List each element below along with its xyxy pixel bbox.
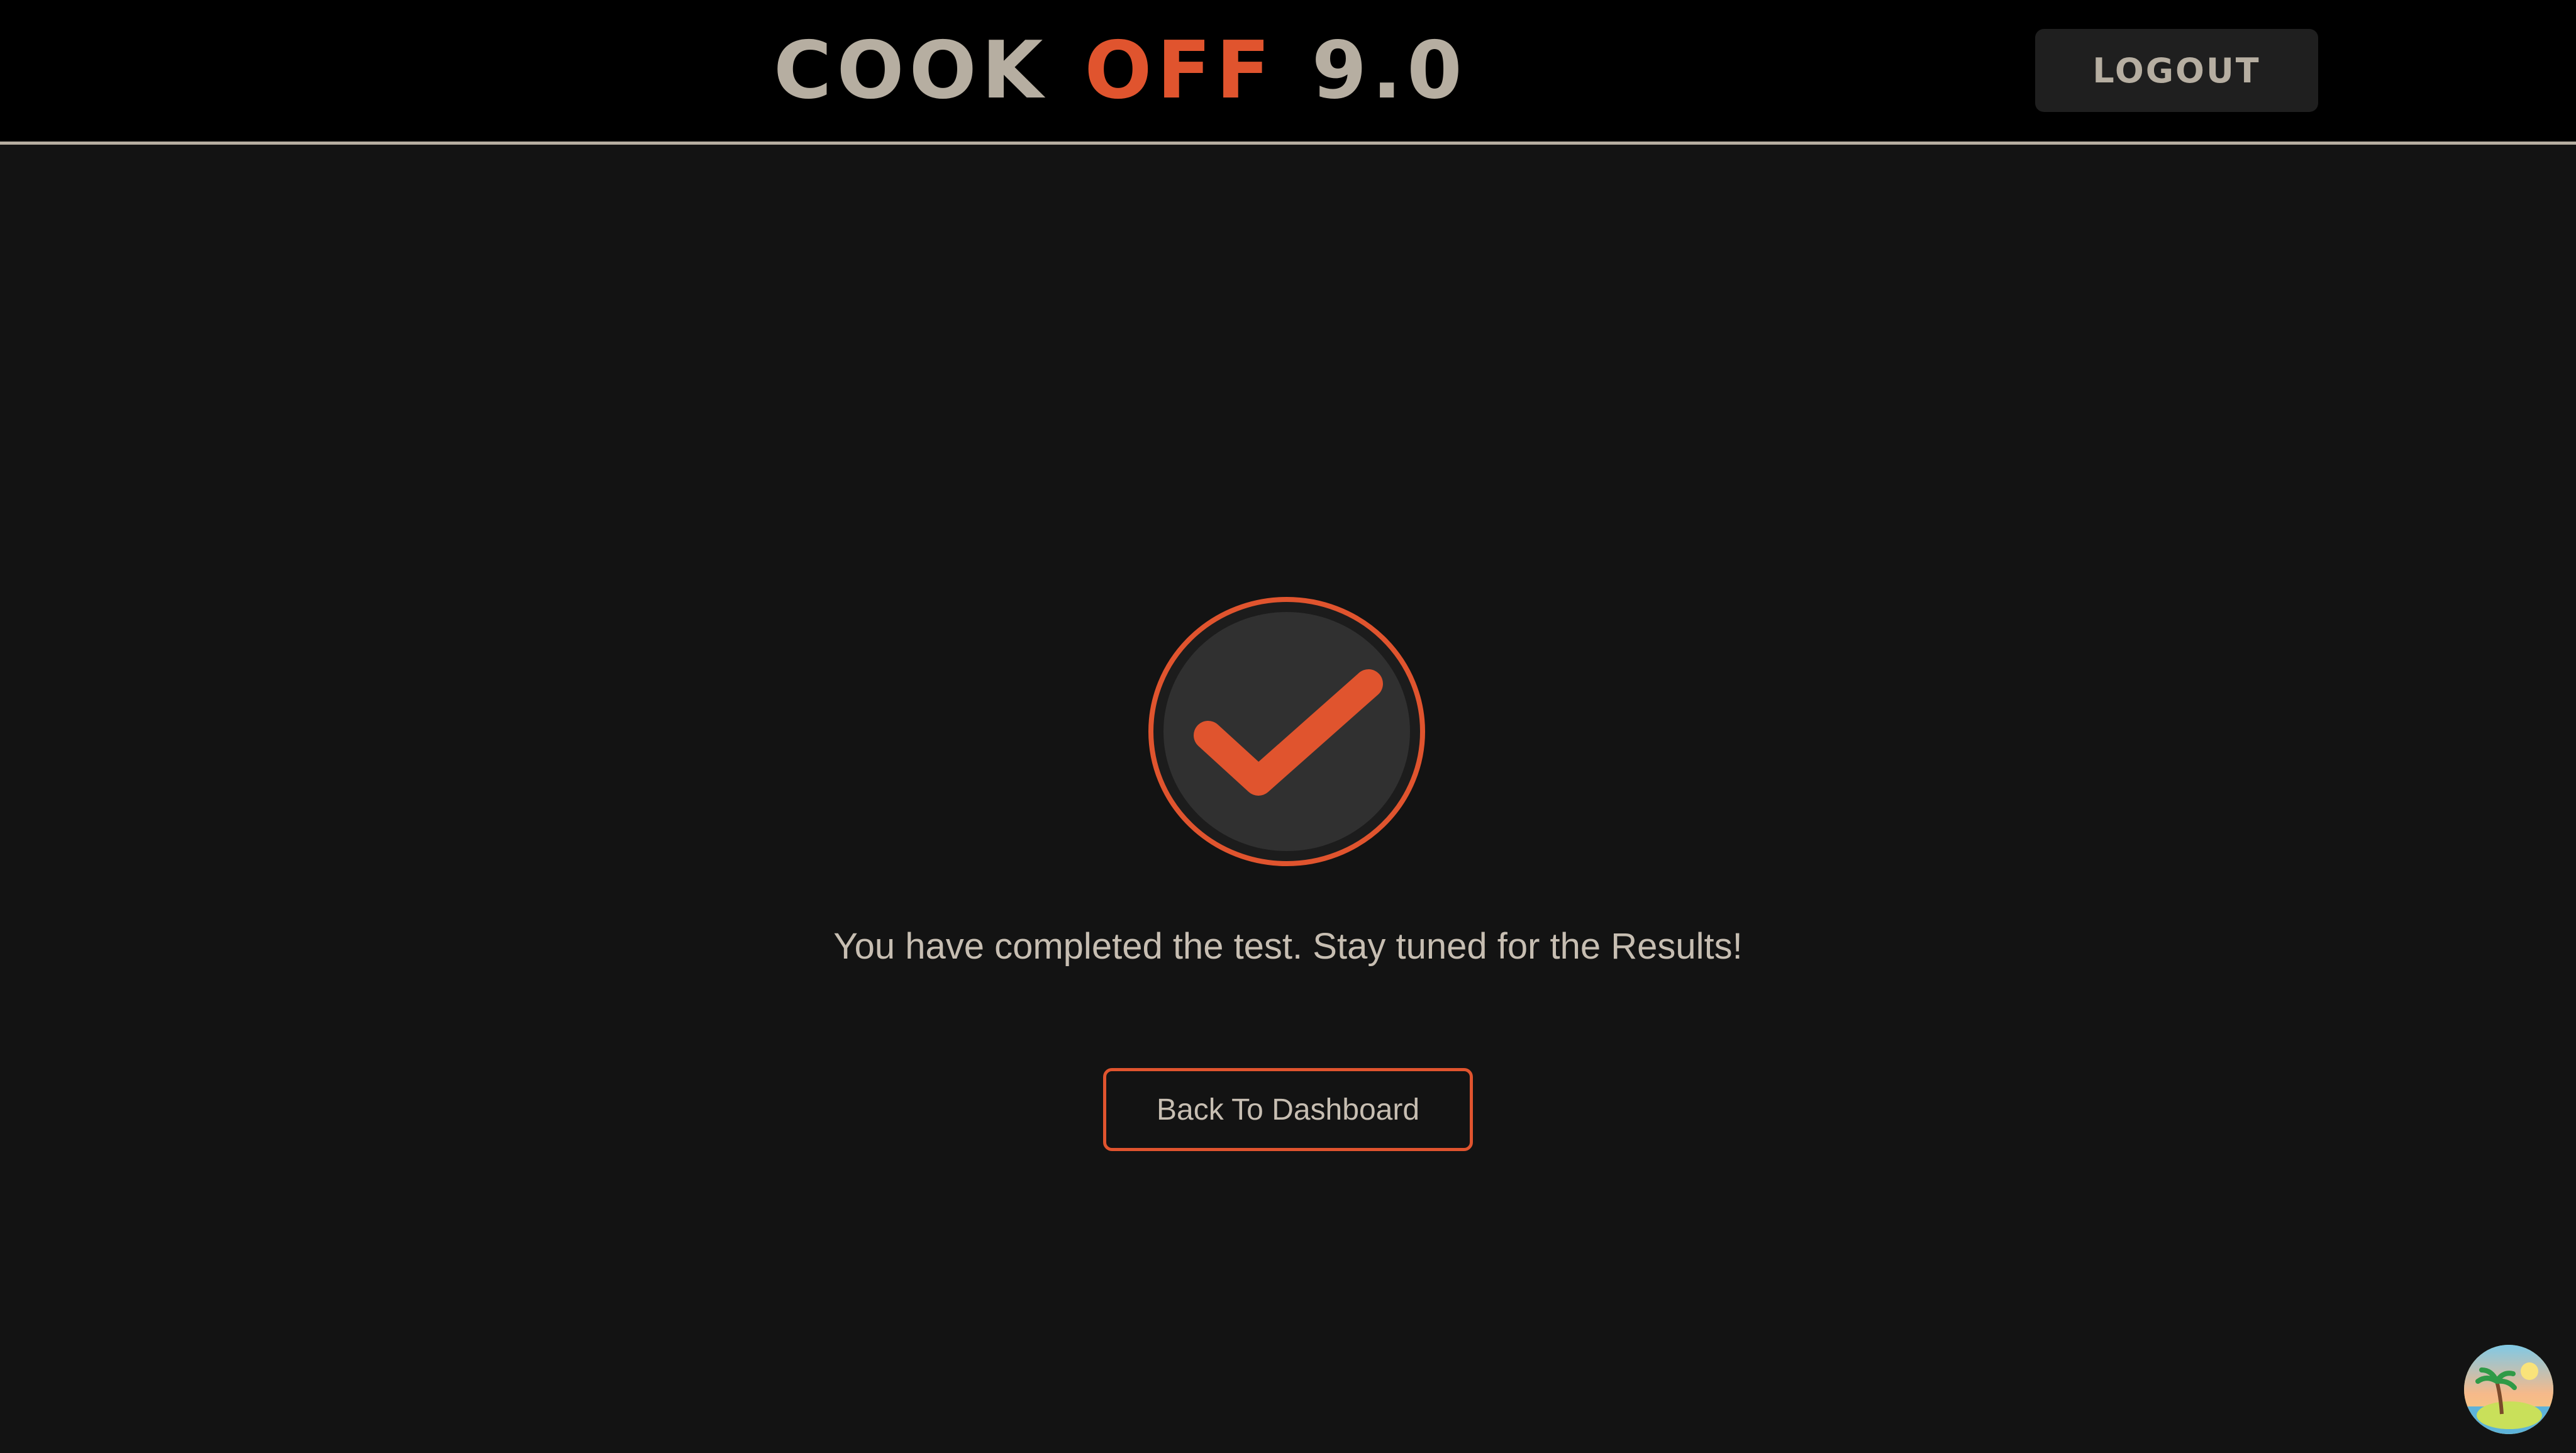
- brand-word-version: 9.0: [1311, 24, 1467, 116]
- brand-word-off: OFF: [1084, 24, 1275, 116]
- top-header: COOK OFF 9.0 LOGOUT: [0, 0, 2576, 145]
- back-to-dashboard-button[interactable]: Back To Dashboard: [1103, 1068, 1473, 1151]
- palm-island-avatar-icon[interactable]: [2464, 1345, 2553, 1434]
- brand-logo: COOK OFF 9.0: [774, 26, 1522, 114]
- completion-message: You have completed the test. Stay tuned …: [833, 926, 1743, 967]
- brand-word-cook: COOK: [774, 24, 1048, 116]
- logout-button[interactable]: LOGOUT: [2035, 29, 2318, 112]
- check-circle-icon: [1148, 597, 1425, 866]
